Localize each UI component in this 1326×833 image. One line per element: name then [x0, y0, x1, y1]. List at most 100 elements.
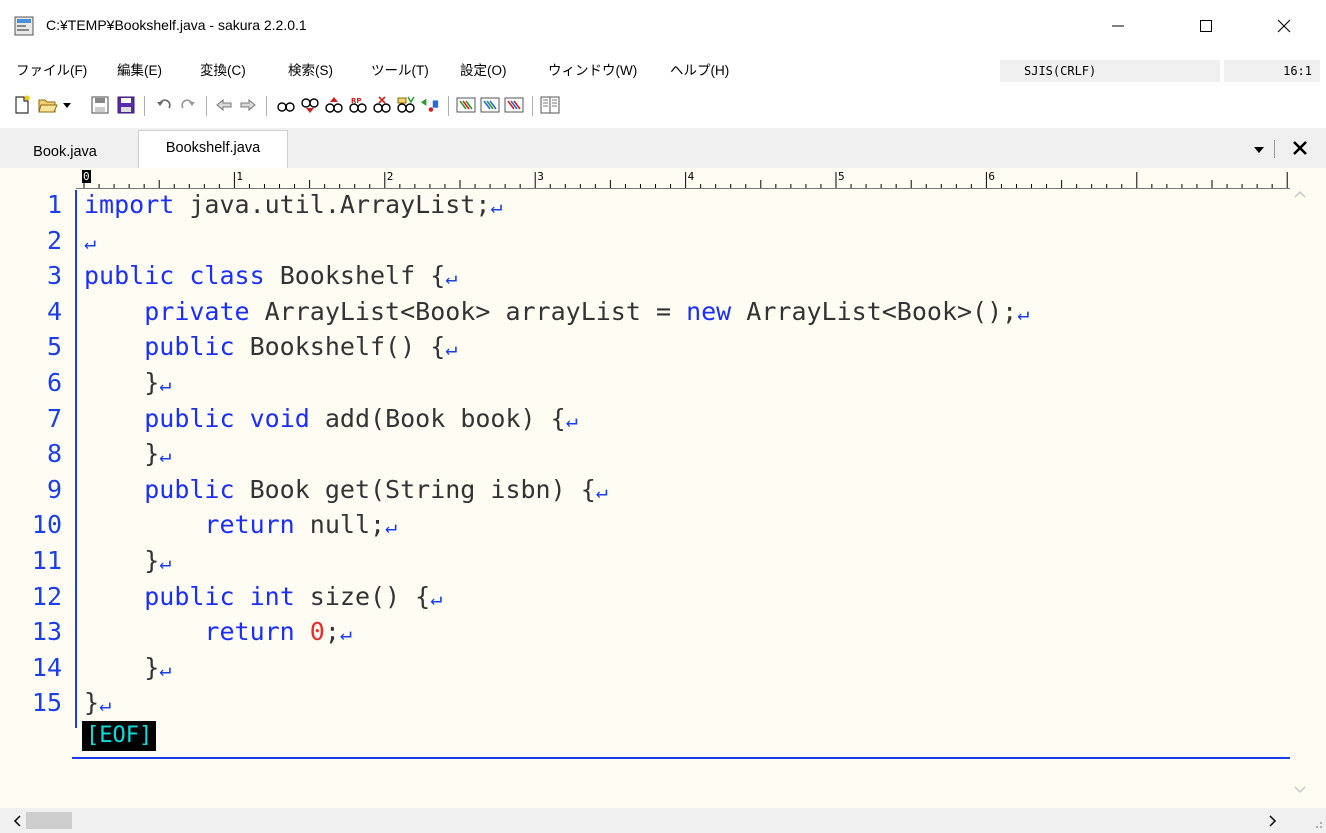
code-text: } — [84, 439, 160, 469]
crlf-marker: ↵ — [159, 372, 172, 396]
redo-icon[interactable] — [178, 94, 198, 116]
line-number: 7 — [46, 403, 62, 433]
menu-search[interactable]: 検索(S) — [288, 59, 333, 79]
ruler-ticks — [83, 172, 1288, 188]
code-number: 0 — [309, 617, 325, 647]
code-text: ArrayList<Book> arrayList = — [249, 296, 687, 326]
menu-window[interactable]: ウィンドウ(W) — [548, 59, 637, 79]
replace-icon[interactable]: RP — [348, 94, 368, 116]
line-number: 15 — [31, 688, 62, 718]
maximize-button[interactable] — [1176, 0, 1236, 52]
scroll-right-icon[interactable] — [1262, 811, 1282, 831]
split-view-icon[interactable] — [540, 94, 560, 116]
grep-icon[interactable] — [396, 94, 416, 116]
line-number: 1 — [46, 190, 62, 219]
open-file-icon[interactable] — [38, 94, 58, 116]
minimize-button[interactable] — [1088, 0, 1148, 52]
code-line: ↵ — [84, 226, 96, 255]
vertical-scrollbar[interactable] — [1290, 168, 1310, 808]
close-button[interactable] — [1254, 0, 1314, 52]
ruler-mark: 5 — [838, 170, 845, 183]
editor-pane[interactable]: 1 2 3 4 5 6 7 8 9 10 11 12 13 14 15 0123456 import jav… — [0, 168, 1326, 833]
search-up-icon[interactable] — [324, 94, 344, 116]
crlf-marker: ↵ — [595, 478, 608, 503]
new-file-icon[interactable] — [12, 94, 32, 116]
line-number: 8 — [46, 439, 62, 469]
code-keyword: public — [144, 474, 235, 504]
save-icon[interactable] — [90, 94, 110, 116]
scroll-up-icon[interactable] — [1290, 184, 1310, 204]
search-clear-icon[interactable] — [372, 94, 392, 116]
ruler-mark: 2 — [386, 170, 394, 183]
scroll-down-icon[interactable] — [1290, 780, 1310, 800]
search-icon[interactable] — [276, 94, 296, 116]
code-keyword: void — [249, 403, 310, 433]
tab-bar: Book.java Bookshelf.java — [0, 128, 1326, 168]
menu-convert[interactable]: 変換(C) — [200, 59, 246, 79]
code-line: }↵ — [84, 546, 171, 575]
code-line: public Book get(String isbn) {↵ — [84, 475, 608, 504]
code-text: java.util.ArrayList; — [174, 190, 491, 219]
tab-bar-divider — [1274, 140, 1275, 158]
menu-help[interactable]: ヘルプ(H) — [670, 59, 729, 79]
code-line: return 0;↵ — [84, 617, 352, 646]
encoding-indicator[interactable]: SJIS(CRLF) — [1000, 60, 1220, 82]
crlf-marker: ↵ — [159, 443, 172, 468]
code-line: public int size() {↵ — [84, 582, 442, 611]
search-down-icon[interactable] — [300, 94, 320, 116]
jump-icon[interactable] — [420, 94, 440, 116]
line-number: 6 — [46, 368, 62, 397]
code-line: }↵ — [84, 688, 111, 717]
move-forward-icon[interactable] — [238, 94, 258, 116]
line-number-gutter: 1 2 3 4 5 6 7 8 9 10 11 12 13 14 15 — [0, 168, 72, 808]
maximize-icon — [1200, 20, 1212, 32]
line-number: 2 — [46, 225, 62, 255]
code-text: } — [84, 546, 160, 575]
app-icon[interactable] — [14, 16, 34, 36]
save-all-icon[interactable] — [116, 94, 136, 116]
toolbar-separator — [532, 96, 533, 116]
menu-settings[interactable]: 設定(O) — [460, 59, 507, 79]
tab-bookshelf-java[interactable]: Bookshelf.java — [138, 130, 288, 168]
tab-list-dropdown[interactable] — [1252, 142, 1268, 156]
resize-grip[interactable] — [1310, 808, 1326, 833]
window-title: C:¥TEMP¥Bookshelf.java - sakura 2.2.0.1 — [46, 17, 307, 33]
tool-settings-icon[interactable] — [480, 94, 500, 116]
eof-underline — [72, 757, 1290, 759]
column-ruler: 0 1 2 3 4 5 6 — [76, 168, 1290, 189]
tab-book-java[interactable]: Book.java — [0, 137, 130, 168]
dropdown-arrow-icon[interactable] — [60, 94, 74, 116]
menu-tools[interactable]: ツール(T) — [371, 59, 429, 79]
code-text: size() { — [294, 581, 431, 611]
undo-icon[interactable] — [154, 94, 174, 116]
crlf-marker: ↵ — [430, 585, 443, 610]
code-line: import java.util.ArrayList;↵ — [84, 190, 502, 219]
tool-font-icon[interactable] — [504, 94, 524, 116]
line-number: 11 — [31, 546, 62, 575]
scroll-thumb[interactable] — [26, 812, 72, 829]
crlf-marker: ↵ — [565, 407, 578, 432]
code-text: Book get(String isbn) { — [234, 474, 596, 504]
close-tab-button[interactable] — [1292, 140, 1310, 158]
horizontal-scrollbar[interactable] — [0, 808, 1310, 833]
resize-grip-icon — [1316, 822, 1322, 828]
crlf-marker: ↵ — [159, 550, 172, 574]
move-back-icon[interactable] — [214, 94, 234, 116]
crlf-marker: ↵ — [159, 656, 172, 681]
menu-file[interactable]: ファイル(F) — [16, 59, 87, 79]
code-keyword: public — [144, 581, 235, 611]
scroll-left-icon[interactable] — [8, 811, 28, 831]
code-text: } — [84, 688, 100, 718]
toolbar-separator — [266, 96, 267, 116]
menu-edit[interactable]: 編集(E) — [117, 59, 162, 79]
line-number: 12 — [31, 581, 62, 611]
code-keyword: public — [144, 332, 235, 362]
tool-config-icon[interactable] — [456, 94, 476, 116]
toolbar-separator — [144, 96, 145, 116]
